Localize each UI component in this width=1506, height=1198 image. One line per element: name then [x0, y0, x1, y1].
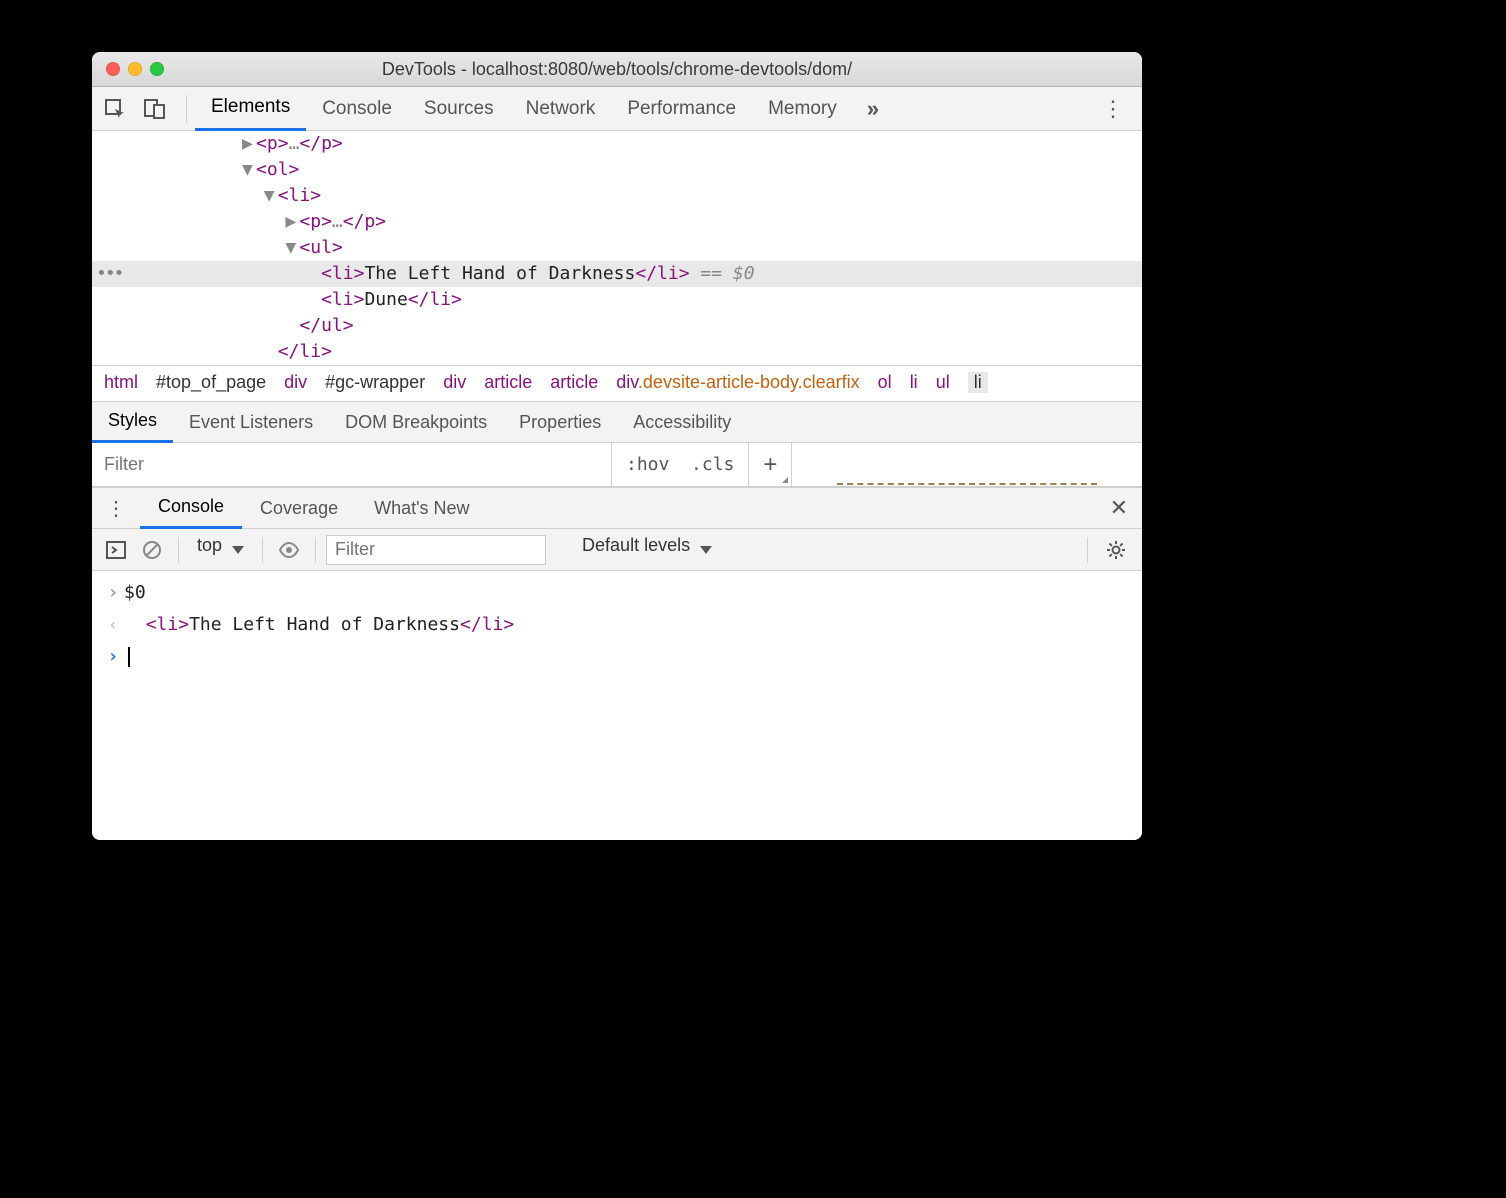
breadcrumb-item[interactable]: li	[910, 372, 918, 393]
more-tabs-icon[interactable]: »	[853, 96, 893, 122]
window-title: DevTools - localhost:8080/web/tools/chro…	[92, 59, 1142, 80]
breadcrumb-item[interactable]: ol	[878, 372, 892, 393]
drawer-tab-coverage[interactable]: Coverage	[242, 487, 356, 529]
console-toolbar: top Default levels	[92, 529, 1142, 571]
styles-filter-input[interactable]	[92, 443, 612, 486]
breadcrumb-item[interactable]: div	[443, 372, 466, 393]
devtools-window: DevTools - localhost:8080/web/tools/chro…	[92, 52, 1142, 840]
titlebar: DevTools - localhost:8080/web/tools/chro…	[92, 52, 1142, 87]
drawer-tabbar: ⋮ ConsoleCoverageWhat's New ✕	[92, 487, 1142, 529]
dom-row[interactable]: ▶<p>…</p>	[92, 209, 1142, 235]
tab-memory[interactable]: Memory	[752, 87, 853, 131]
console-settings-icon[interactable]	[1098, 540, 1134, 560]
close-drawer-icon[interactable]: ✕	[1096, 495, 1142, 521]
execution-context-select[interactable]: top	[189, 535, 252, 565]
drawer-menu-icon[interactable]: ⋮	[92, 496, 140, 521]
tab-network[interactable]: Network	[510, 87, 612, 131]
separator	[186, 95, 187, 123]
breadcrumb-item[interactable]: article	[484, 372, 532, 393]
dom-row[interactable]: </ul>	[92, 313, 1142, 339]
tab-sources[interactable]: Sources	[408, 87, 510, 131]
clear-console-icon[interactable]	[136, 534, 168, 566]
console-output: <li>The Left Hand of Darkness</li>	[92, 609, 1142, 641]
styles-tab-accessibility[interactable]: Accessibility	[617, 401, 747, 443]
styles-tabbar: StylesEvent ListenersDOM BreakpointsProp…	[92, 401, 1142, 443]
console-filter-input[interactable]	[326, 535, 546, 565]
styles-tab-properties[interactable]: Properties	[503, 401, 617, 443]
log-levels-select[interactable]: Default levels	[574, 535, 720, 565]
inspect-element-icon[interactable]	[98, 92, 132, 126]
maximize-icon[interactable]	[150, 62, 164, 76]
close-icon[interactable]	[106, 62, 120, 76]
tab-console[interactable]: Console	[306, 87, 408, 131]
dom-row[interactable]: </li>	[92, 339, 1142, 365]
drawer-tab-what-s-new[interactable]: What's New	[356, 487, 487, 529]
styles-tab-styles[interactable]: Styles	[92, 401, 173, 443]
console-sidebar-toggle-icon[interactable]	[100, 534, 132, 566]
dom-tree[interactable]: ▶<p>…</p> ▼<ol> ▼<li> ▶<p>…</p> ▼<ul>•••…	[92, 131, 1142, 365]
breadcrumb-item[interactable]: #gc-wrapper	[325, 372, 425, 393]
dom-row[interactable]: ▼<ul>	[92, 235, 1142, 261]
main-tabbar: ElementsConsoleSourcesNetworkPerformance…	[92, 87, 1142, 131]
console-body[interactable]: $0 <li>The Left Hand of Darkness</li>	[92, 571, 1142, 840]
tab-elements[interactable]: Elements	[195, 87, 306, 131]
breadcrumb: html #top_of_page div #gc-wrapper div article…	[92, 365, 1142, 401]
breadcrumb-item[interactable]: div	[284, 372, 307, 393]
minimize-icon[interactable]	[128, 62, 142, 76]
breadcrumb-item[interactable]: li	[968, 372, 988, 393]
live-expression-icon[interactable]	[273, 534, 305, 566]
console-prompt[interactable]	[92, 641, 1142, 673]
breadcrumb-item[interactable]: ul	[936, 372, 950, 393]
styles-filter-row: :hov .cls +	[92, 443, 1142, 487]
new-style-rule-button[interactable]: +	[749, 443, 792, 486]
dom-row[interactable]: ▼<li>	[92, 183, 1142, 209]
tab-performance[interactable]: Performance	[611, 87, 752, 131]
box-model-preview	[792, 443, 1142, 486]
dom-row-selected[interactable]: ••• <li>The Left Hand of Darkness</li> =…	[92, 261, 1142, 287]
breadcrumb-item[interactable]: html	[104, 372, 138, 393]
dom-row[interactable]: ▼<ol>	[92, 157, 1142, 183]
device-toggle-icon[interactable]	[138, 92, 172, 126]
hov-toggle[interactable]: :hov .cls	[612, 443, 749, 486]
console-input-echo: $0	[92, 577, 1142, 609]
breadcrumb-item[interactable]: article	[550, 372, 598, 393]
styles-tab-event-listeners[interactable]: Event Listeners	[173, 401, 329, 443]
styles-tab-dom-breakpoints[interactable]: DOM Breakpoints	[329, 401, 503, 443]
breadcrumb-item[interactable]: #top_of_page	[156, 372, 266, 393]
dom-row[interactable]: ▶<p>…</p>	[92, 131, 1142, 157]
breadcrumb-item[interactable]: div.devsite-article-body.clearfix	[616, 372, 859, 393]
drawer-tab-console[interactable]: Console	[140, 487, 242, 529]
traffic-lights	[92, 62, 164, 76]
kebab-menu-icon[interactable]: ⋮	[1090, 96, 1136, 122]
dom-row[interactable]: <li>Dune</li>	[92, 287, 1142, 313]
